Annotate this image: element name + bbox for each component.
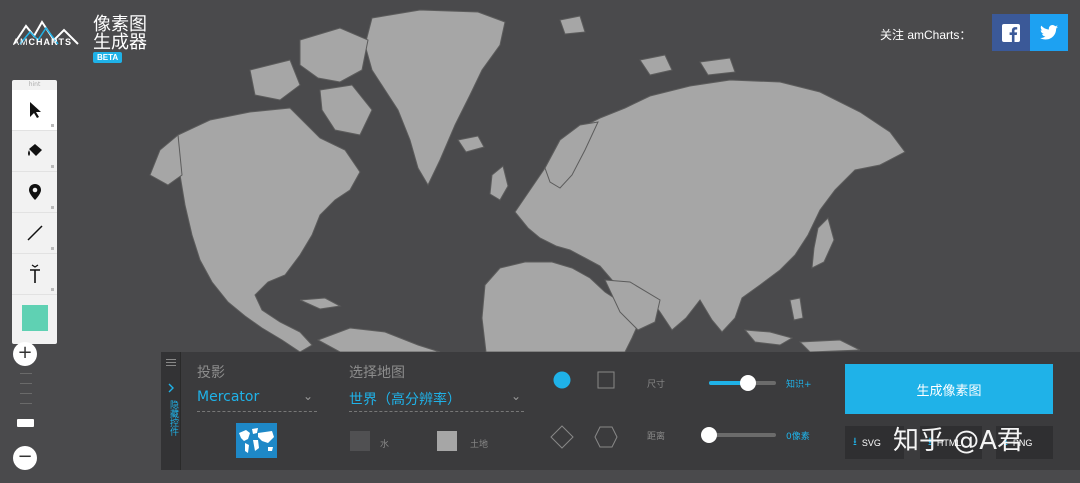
spacing-label: 距离 — [647, 432, 666, 442]
size-slider-knob[interactable] — [739, 375, 756, 391]
projection-underline — [197, 411, 317, 412]
projection-preview-icon — [236, 423, 277, 458]
zoom-tick — [20, 383, 32, 384]
size-label: 尺寸 — [647, 380, 666, 390]
marker-tool[interactable] — [12, 172, 57, 213]
baffin-island[interactable] — [319, 84, 373, 136]
beta-badge: BETA — [93, 52, 123, 63]
select-tool[interactable] — [12, 90, 57, 131]
zoom-tick — [20, 403, 32, 404]
text-tool[interactable] — [12, 254, 57, 295]
arctic-islands[interactable] — [299, 27, 369, 83]
map-select-underline — [349, 411, 524, 412]
watermark: 知乎 @A君 — [893, 426, 1024, 456]
diamond-shape-option[interactable] — [550, 425, 574, 449]
logo-wordmark: AMCHARTS — [13, 37, 72, 47]
twitter-button[interactable] — [1030, 14, 1068, 51]
arctic-russia-islands[interactable] — [639, 54, 673, 76]
facebook-icon — [1002, 23, 1020, 42]
british-isles[interactable] — [489, 165, 509, 201]
zoom-tick — [20, 373, 32, 374]
arctic-islands-2[interactable] — [249, 59, 301, 101]
spacing-slider-knob[interactable] — [701, 427, 717, 443]
chevron-down-icon: ⌄ — [511, 389, 522, 403]
japan[interactable] — [811, 217, 835, 269]
follow-label: 关注 amCharts： — [880, 28, 972, 42]
tool-palette: hint — [12, 80, 57, 344]
line-icon — [26, 225, 43, 241]
app-title: 像素图 生成器 — [93, 14, 147, 53]
generate-button[interactable]: 生成像素图 — [845, 364, 1053, 414]
cuba[interactable] — [299, 297, 342, 310]
text-cursor-icon — [29, 264, 40, 283]
water-label: 水 — [380, 440, 390, 450]
land-color-swatch[interactable] — [437, 431, 457, 451]
download-icon: ⭳ — [853, 436, 857, 448]
hamburger-icon — [166, 357, 176, 368]
chevron-down-icon: ⌄ — [303, 389, 314, 403]
map-pin-icon — [28, 184, 41, 200]
twitter-icon — [1040, 25, 1058, 40]
papua[interactable] — [798, 339, 861, 353]
projection-select[interactable]: Mercator — [197, 389, 259, 405]
alaska[interactable] — [149, 134, 183, 186]
circle-shape-option[interactable] — [552, 370, 572, 390]
greenland[interactable] — [364, 9, 506, 187]
zoom-out-button[interactable]: − — [13, 446, 37, 470]
hexagon-shape-option[interactable] — [594, 426, 618, 448]
size-value: 知识+ — [786, 380, 812, 390]
zoom-tick — [20, 393, 32, 394]
water-color-swatch[interactable] — [350, 431, 370, 451]
projection-label: 投影 — [197, 365, 225, 381]
land-label: 土地 — [470, 440, 489, 450]
indonesia[interactable] — [743, 329, 794, 346]
square-shape-option[interactable] — [597, 371, 615, 389]
philippines[interactable] — [789, 297, 804, 321]
zoom-slider-handle[interactable] — [17, 419, 34, 427]
color-swatch[interactable] — [21, 305, 48, 331]
map-select[interactable]: 世界（高分辨率） — [349, 389, 461, 409]
spacing-slider-track[interactable] — [709, 433, 776, 437]
map-select-label: 选择地图 — [349, 365, 405, 381]
chevron-right-icon — [168, 383, 174, 393]
tool-palette-header: hint — [28, 81, 41, 88]
line-tool[interactable] — [12, 213, 57, 254]
spacing-value: 0像素 — [786, 432, 810, 442]
paint-tool[interactable] — [12, 131, 57, 172]
north-america[interactable] — [177, 107, 361, 353]
hide-controls-label[interactable]: 隐藏控件 — [164, 400, 178, 436]
iceland[interactable] — [457, 135, 485, 153]
svalbard[interactable] — [559, 15, 586, 35]
facebook-button[interactable] — [992, 14, 1030, 51]
cursor-arrow-icon — [29, 102, 41, 118]
south-america[interactable] — [316, 327, 441, 353]
arctic-russia-islands-2[interactable] — [699, 57, 736, 76]
amcharts-logo-icon — [13, 20, 79, 45]
zoom-in-button[interactable]: + — [13, 342, 37, 366]
download-svg-label: SVG — [861, 437, 881, 448]
paint-bucket-icon — [27, 144, 42, 156]
